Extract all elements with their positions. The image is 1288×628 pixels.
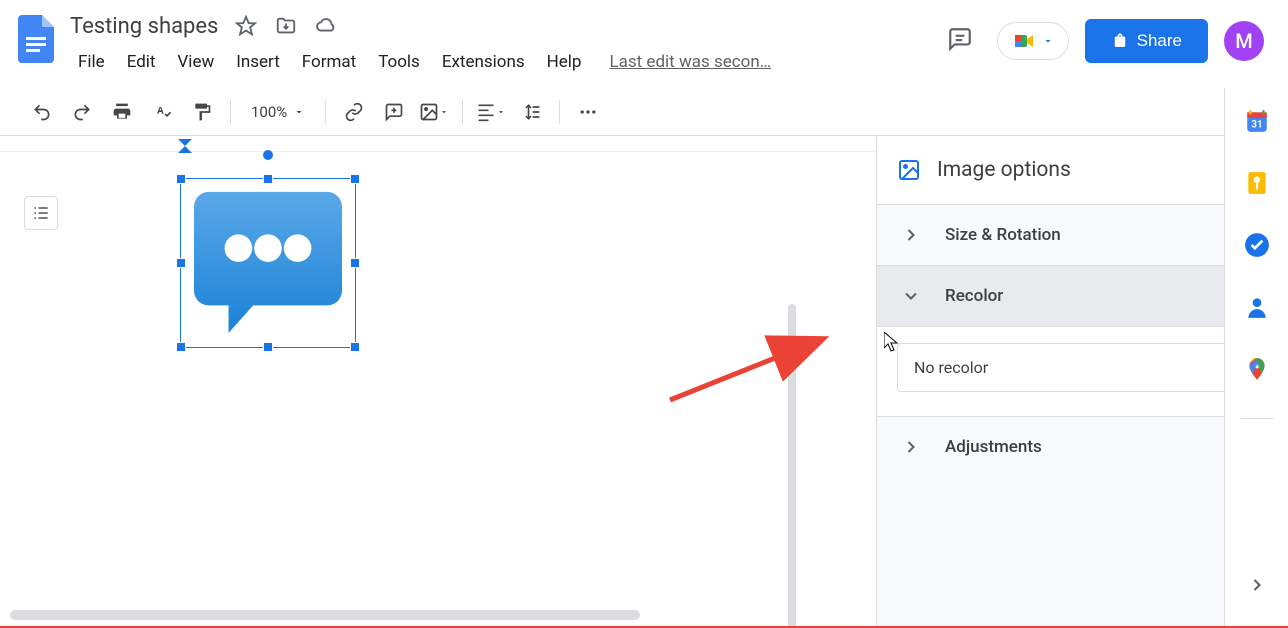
recolor-value: No recolor (914, 358, 988, 377)
star-icon[interactable] (232, 12, 260, 40)
print-button[interactable] (104, 94, 140, 130)
resize-handle-tm[interactable] (263, 174, 273, 184)
keep-icon[interactable] (1244, 170, 1270, 196)
menu-view[interactable]: View (167, 48, 224, 76)
undo-button[interactable] (24, 94, 60, 130)
document-title[interactable]: Testing shapes (68, 12, 220, 41)
cloud-status-icon[interactable] (312, 12, 340, 40)
spellcheck-button[interactable] (144, 94, 180, 130)
horizontal-scrollbar[interactable] (10, 610, 640, 620)
menu-edit[interactable]: Edit (117, 48, 166, 76)
align-button[interactable] (473, 94, 509, 130)
docs-logo[interactable] (16, 14, 56, 64)
resize-handle-bl[interactable] (176, 342, 186, 352)
meet-button[interactable] (997, 22, 1069, 60)
menu-file[interactable]: File (68, 48, 115, 76)
zoom-select[interactable]: 100% (241, 99, 315, 125)
chevron-down-icon (901, 286, 921, 306)
comment-button[interactable] (376, 94, 412, 130)
document-outline-button[interactable] (24, 196, 58, 230)
account-avatar[interactable]: M (1224, 21, 1264, 61)
zoom-value: 100% (251, 103, 287, 121)
ruler-indent-marker[interactable] (178, 138, 192, 157)
chat-bubble-image[interactable] (189, 187, 347, 335)
side-panel: 31 (1224, 88, 1288, 628)
recolor-select[interactable]: No recolor (897, 343, 1268, 392)
link-button[interactable] (336, 94, 372, 130)
horizontal-ruler[interactable] (0, 136, 876, 152)
move-folder-icon[interactable] (272, 12, 300, 40)
resize-handle-tl[interactable] (176, 174, 186, 184)
section-label: Size & Rotation (945, 225, 1061, 245)
section-label: Adjustments (945, 437, 1042, 457)
paint-format-button[interactable] (184, 94, 220, 130)
share-button[interactable]: Share (1085, 19, 1208, 63)
resize-handle-ml[interactable] (176, 258, 186, 268)
expand-panel-icon[interactable] (1244, 572, 1270, 598)
rotate-handle[interactable] (262, 149, 274, 161)
svg-text:31: 31 (1251, 120, 1262, 131)
vertical-scrollbar[interactable] (788, 304, 796, 628)
more-button[interactable] (570, 94, 606, 130)
calendar-icon[interactable]: 31 (1244, 108, 1270, 134)
image-selection[interactable] (180, 178, 356, 348)
image-options-icon (897, 158, 921, 182)
redo-button[interactable] (64, 94, 100, 130)
menu-extensions[interactable]: Extensions (432, 48, 535, 76)
resize-handle-mr[interactable] (350, 258, 360, 268)
menu-tools[interactable]: Tools (368, 48, 430, 76)
last-edit-link[interactable]: Last edit was secon… (609, 52, 771, 72)
line-spacing-button[interactable] (513, 94, 549, 130)
resize-handle-br[interactable] (350, 342, 360, 352)
resize-handle-tr[interactable] (350, 174, 360, 184)
comments-icon[interactable] (939, 18, 981, 64)
chevron-right-icon (901, 225, 921, 245)
document-canvas[interactable] (0, 136, 876, 628)
section-label: Recolor (945, 286, 1003, 306)
share-label: Share (1137, 31, 1182, 51)
maps-icon[interactable] (1244, 356, 1270, 382)
sidebar-title: Image options (937, 158, 1236, 182)
chevron-right-icon (901, 437, 921, 457)
resize-handle-bm[interactable] (263, 342, 273, 352)
toolbar: 100% (0, 88, 1288, 136)
menu-help[interactable]: Help (537, 48, 592, 76)
menu-insert[interactable]: Insert (226, 48, 290, 76)
menu-format[interactable]: Format (292, 48, 366, 76)
tasks-icon[interactable] (1244, 232, 1270, 258)
contacts-icon[interactable] (1244, 294, 1270, 320)
image-button[interactable] (416, 94, 452, 130)
